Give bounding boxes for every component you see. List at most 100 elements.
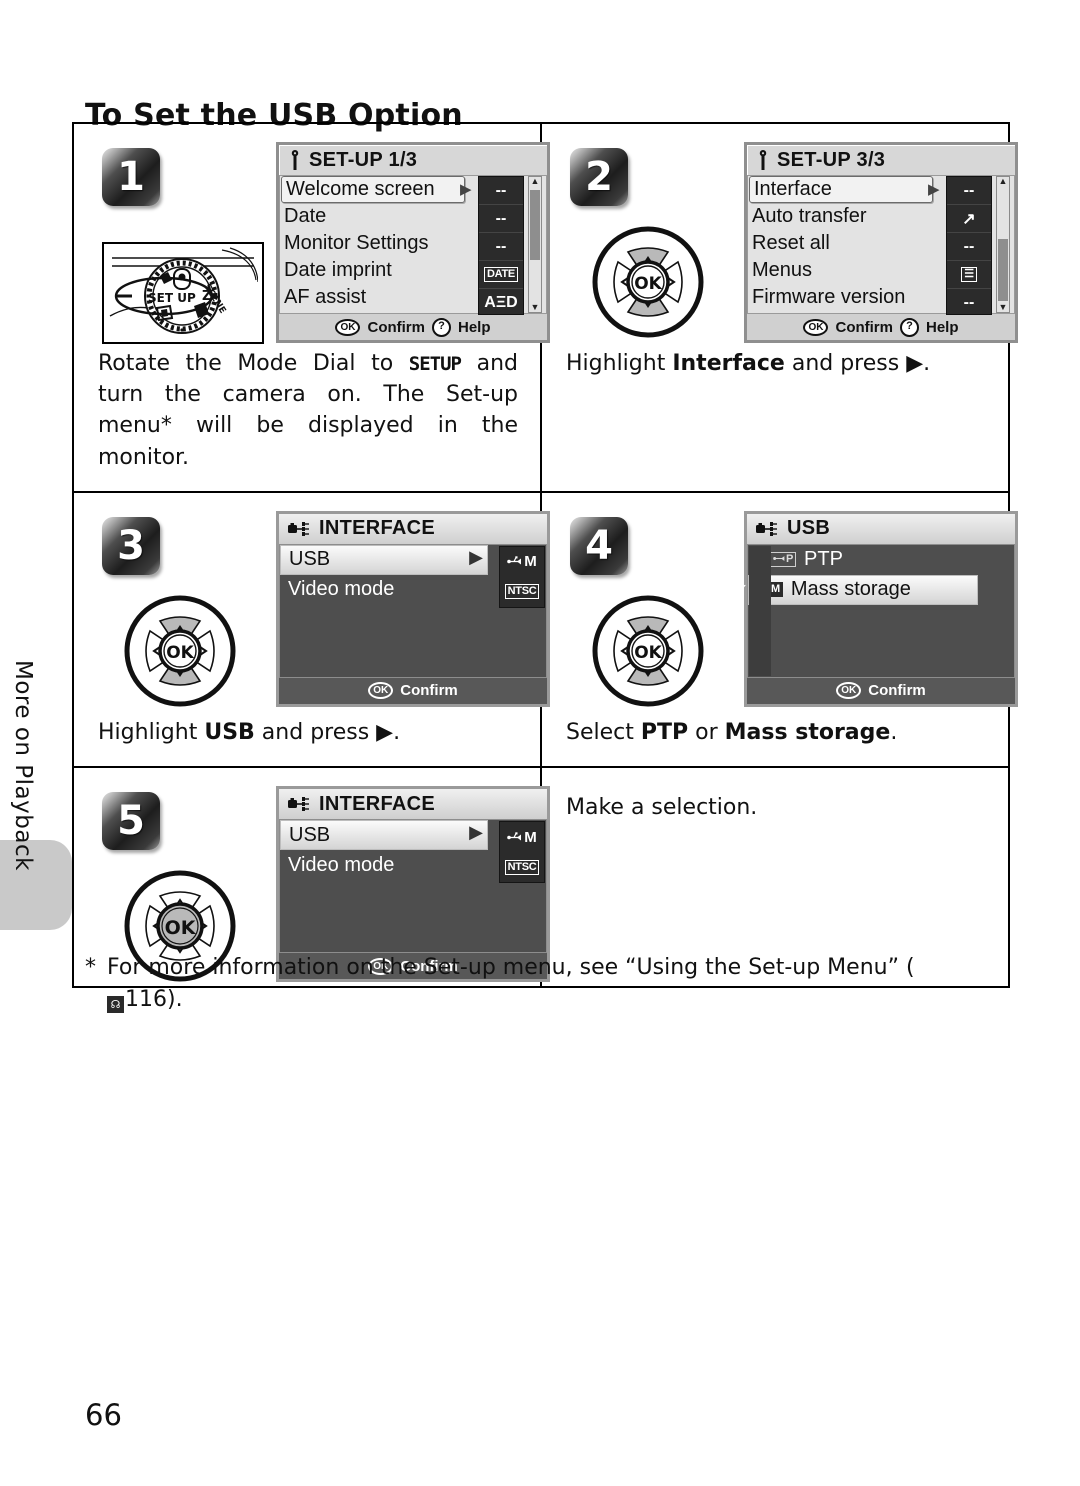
lcd-title-bar: SET-UP 3/3 (747, 145, 1015, 175)
footnote-page-ref: 116 (125, 986, 167, 1012)
page-number: 66 (85, 1398, 122, 1432)
chip-letter: M (771, 583, 780, 596)
options-left-gutter (749, 545, 771, 676)
step-3-illustration-area: 3 OK INTERFACE USB ▶ Video mode M NTSC O… (84, 503, 550, 711)
svg-text:OK: OK (634, 274, 662, 294)
right-arrow-icon: ▶ (906, 351, 924, 376)
step-number-badge-2: 2 (570, 148, 628, 206)
step-number-badge-5: 5 (102, 792, 160, 851)
step-number-badge-4: 4 (570, 516, 628, 575)
menu-item-label: Date imprint (284, 259, 392, 281)
usb-value-letter: M (524, 553, 537, 571)
caption-text: and press (784, 351, 907, 376)
footer-confirm-label: Confirm (868, 682, 926, 700)
usb-icon (773, 556, 785, 562)
caption-text: . (393, 719, 401, 745)
menu-value: -- (479, 205, 523, 233)
right-arrow-icon: ▶ (376, 719, 394, 745)
menu-item-usb[interactable]: USB ▶ (280, 820, 488, 851)
lcd-title-bar: SET-UP 1/3 (279, 145, 547, 175)
lcd-body: Welcome screen ▶ Date Monitor Settings D… (279, 175, 547, 340)
scroll-down-icon[interactable]: ▼ (531, 303, 540, 312)
caption-text: . (923, 351, 931, 376)
menu-value-date-imprint: DATE (479, 261, 523, 289)
lcd-title-text: INTERFACE (319, 517, 436, 540)
caption-setup-token: SETUP (408, 353, 462, 375)
scrollbar[interactable]: ▲ ▼ (996, 176, 1010, 313)
usb-ptp-chip-icon: P (770, 552, 797, 568)
menu-values-column: M NTSC (499, 821, 545, 884)
lcd-title-text: USB (787, 517, 831, 540)
step-4-illustration-area: 4 OK USB P PTP ✓ M Mass storage OK Confi… (552, 503, 1018, 711)
step-cell-4: 4 OK USB P PTP ✓ M Mass storage OK Confi… (540, 490, 1018, 769)
lcd-title-bar: INTERFACE (279, 789, 547, 820)
menu-item-usb[interactable]: USB ▶ (280, 544, 488, 575)
lcd-title-text: INTERFACE (319, 792, 436, 815)
table-row: 3 OK INTERFACE USB ▶ Video mode M NTSC O… (72, 490, 1018, 769)
multi-selector-4[interactable]: OK (592, 595, 704, 707)
footnote-marker: * (85, 955, 96, 980)
option-mass-storage[interactable]: ✓ M Mass storage (735, 574, 978, 605)
scroll-up-icon[interactable]: ▲ (531, 177, 540, 186)
lcd-footer: OK Confirm (279, 677, 547, 704)
menu-values-column: M NTSC (499, 545, 545, 608)
mode-dial-svg: SCENE Z SET UP (109, 247, 259, 334)
setup-menu-list: Interface ▶ Auto transfer Reset all Menu… (747, 175, 1015, 315)
check-icon: ✓ (735, 581, 749, 599)
scrollbar[interactable]: ▲ ▼ (528, 176, 542, 313)
scroll-down-icon[interactable]: ▼ (999, 303, 1008, 312)
lcd-title-bar: USB (747, 513, 1015, 544)
menus-chip-icon: ☰ (961, 267, 977, 282)
interface-menu-list: USB ▶ Video mode M NTSC (279, 819, 547, 954)
footnote-text: For more information on the Set-up menu,… (107, 955, 915, 980)
ok-icon: OK (335, 318, 361, 336)
scroll-up-icon[interactable]: ▲ (999, 177, 1008, 186)
footer-confirm-label: Confirm (835, 318, 893, 336)
menu-item-label: Interface (754, 178, 832, 200)
menu-item-label: USB (289, 548, 331, 571)
option-label: PTP (804, 548, 843, 571)
help-icon: ? (431, 317, 451, 337)
menu-item-label: Reset all (752, 232, 830, 254)
camera-usb-icon (288, 797, 309, 812)
lcd-body: Interface ▶ Auto transfer Reset all Menu… (747, 175, 1015, 340)
step-cell-2: 2 OK SET-UP 3/3 Interface ▶ Auto transfe… (540, 122, 1018, 493)
menu-item-label: Firmware version (752, 286, 906, 308)
multi-selector-svg[interactable]: OK (124, 595, 236, 707)
svg-text:OK: OK (166, 643, 194, 663)
step-2-illustration-area: 2 OK SET-UP 3/3 Interface ▶ Auto transfe… (552, 134, 1018, 343)
caption-bold-usb: USB (204, 719, 255, 745)
multi-selector-3[interactable]: OK (124, 595, 236, 707)
scroll-thumb[interactable] (998, 239, 1008, 301)
step-cell-1: 1 SCENE Z SET UP SET-UP 1/3 Welcome scre… (72, 122, 550, 493)
scroll-thumb[interactable] (530, 190, 540, 260)
wrench-icon (291, 150, 299, 170)
svg-text:OK: OK (165, 917, 197, 939)
steps-table: 1 SCENE Z SET UP SET-UP 1/3 Welcome scre… (72, 122, 1018, 989)
ok-icon: OK (836, 682, 862, 700)
option-ptp[interactable]: P PTP (748, 545, 1014, 575)
footnote: * For more information on the Set-up men… (85, 952, 1010, 1016)
option-label: Mass storage (790, 578, 911, 601)
lcd-screen-interface-3: INTERFACE USB ▶ Video mode M NTSC OK Con… (276, 510, 550, 707)
multi-selector-svg[interactable]: OK (592, 226, 704, 338)
step-1-illustration-area: 1 SCENE Z SET UP SET-UP 1/3 Welcome scre… (84, 134, 550, 344)
menu-item-welcome-screen[interactable]: Welcome screen (281, 176, 465, 203)
menu-value-usb: M (500, 547, 544, 577)
date-chip-icon: DATE (484, 267, 518, 282)
book-icon: ☊ (107, 995, 124, 1013)
help-icon: ? (899, 317, 919, 337)
caption-bold-interface: Interface (672, 351, 785, 376)
usb-options-list: P PTP ✓ M Mass storage (735, 543, 1015, 678)
ok-icon: OK (368, 682, 394, 700)
ntsc-chip-icon: NTSC (504, 584, 540, 600)
multi-selector-svg[interactable]: OK (592, 595, 704, 707)
setup-menu-list: Welcome screen ▶ Date Monitor Settings D… (279, 175, 547, 315)
caption-text: . (890, 719, 898, 745)
menu-item-interface[interactable]: Interface (749, 176, 933, 203)
chevron-right-icon: ▶ (469, 546, 483, 567)
section-tab-label: More on Playback (10, 660, 36, 871)
footnote-suffix: ). (167, 986, 183, 1012)
caption-text: Highlight (566, 351, 673, 376)
multi-selector-2[interactable]: OK (592, 226, 704, 338)
